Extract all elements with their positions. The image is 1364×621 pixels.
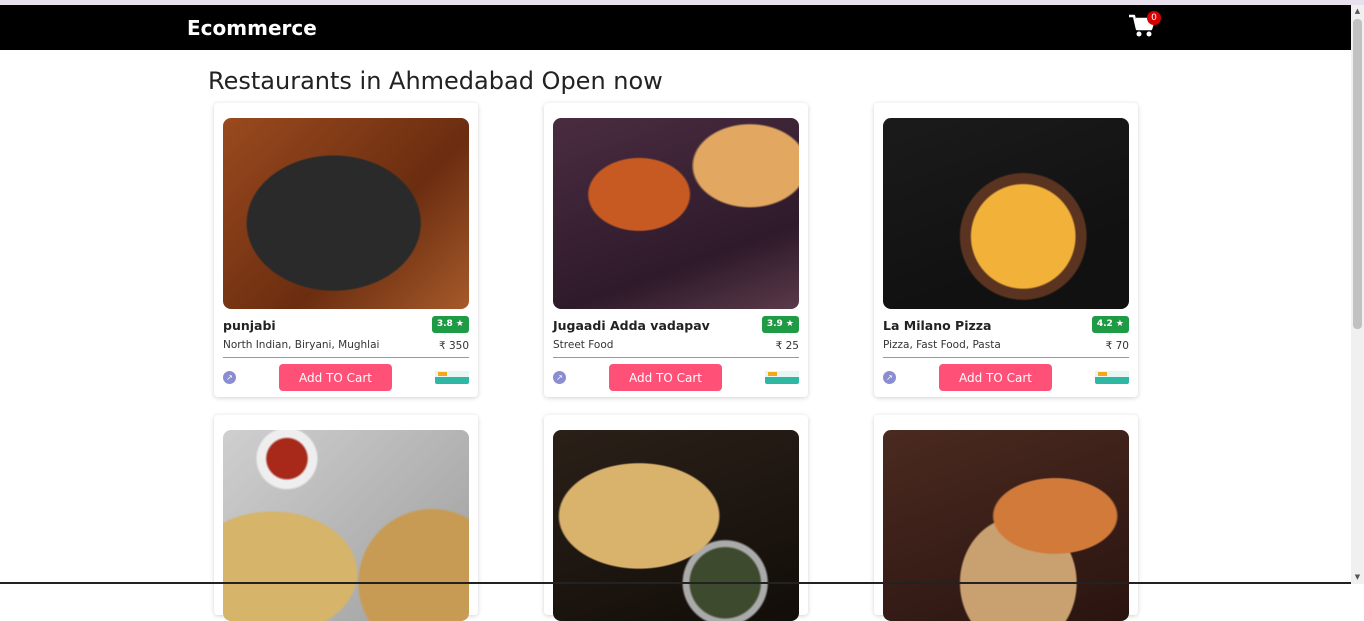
cuisine-text: Pizza, Fast Food, Pasta [883,339,1001,351]
restaurant-image[interactable] [553,118,799,309]
restaurant-card[interactable] [214,415,478,621]
divider [553,357,799,358]
vertical-scrollbar[interactable]: ▲ ▼ [1351,5,1364,584]
restaurant-card[interactable] [544,415,808,621]
restaurant-image[interactable] [223,118,469,309]
page-title: Restaurants in Ahmedabad Open now [208,67,663,95]
safety-delivery-icon [765,371,799,384]
price-text: ₹ 25 [775,340,799,352]
restaurant-name: Jugaadi Adda vadapav [553,318,710,333]
restaurant-name: La Milano Pizza [883,318,992,333]
trending-icon: ↗ [553,371,566,384]
restaurant-card[interactable]: Jugaadi Adda vadapav 3.9 ★ Street Food ₹… [544,103,808,397]
restaurant-card[interactable] [874,415,1138,621]
restaurant-card[interactable]: La Milano Pizza 4.2 ★ Pizza, Fast Food, … [874,103,1138,397]
restaurant-image[interactable] [883,430,1129,621]
rating-badge: 4.2 ★ [1091,316,1129,333]
restaurant-card[interactable]: punjabi 3.8 ★ North Indian, Biryani, Mug… [214,103,478,397]
safety-delivery-icon [435,371,469,384]
navbar: Ecommerce 0 [0,5,1351,50]
scroll-down-icon[interactable]: ▼ [1353,573,1362,582]
restaurant-image[interactable] [553,430,799,621]
restaurant-image[interactable] [223,430,469,621]
cart-button[interactable]: 0 [1128,11,1161,43]
scroll-up-icon[interactable]: ▲ [1353,7,1362,16]
safety-delivery-icon [1095,371,1129,384]
add-to-cart-button[interactable]: Add TO Cart [939,364,1052,391]
scrollbar-thumb[interactable] [1353,19,1362,329]
divider [223,357,469,358]
brand-logo[interactable]: Ecommerce [187,16,317,40]
cart-count-badge: 0 [1147,11,1161,25]
trending-icon: ↗ [223,371,236,384]
divider [883,357,1129,358]
restaurant-image[interactable] [883,118,1129,309]
trending-icon: ↗ [883,371,896,384]
cuisine-text: Street Food [553,339,614,351]
add-to-cart-button[interactable]: Add TO Cart [279,364,392,391]
price-text: ₹ 350 [438,340,469,352]
price-text: ₹ 70 [1105,340,1129,352]
cuisine-text: North Indian, Biryani, Mughlai [223,339,380,351]
restaurant-name: punjabi [223,318,276,333]
rating-badge: 3.9 ★ [761,316,799,333]
rating-badge: 3.8 ★ [431,316,469,333]
add-to-cart-button[interactable]: Add TO Cart [609,364,722,391]
